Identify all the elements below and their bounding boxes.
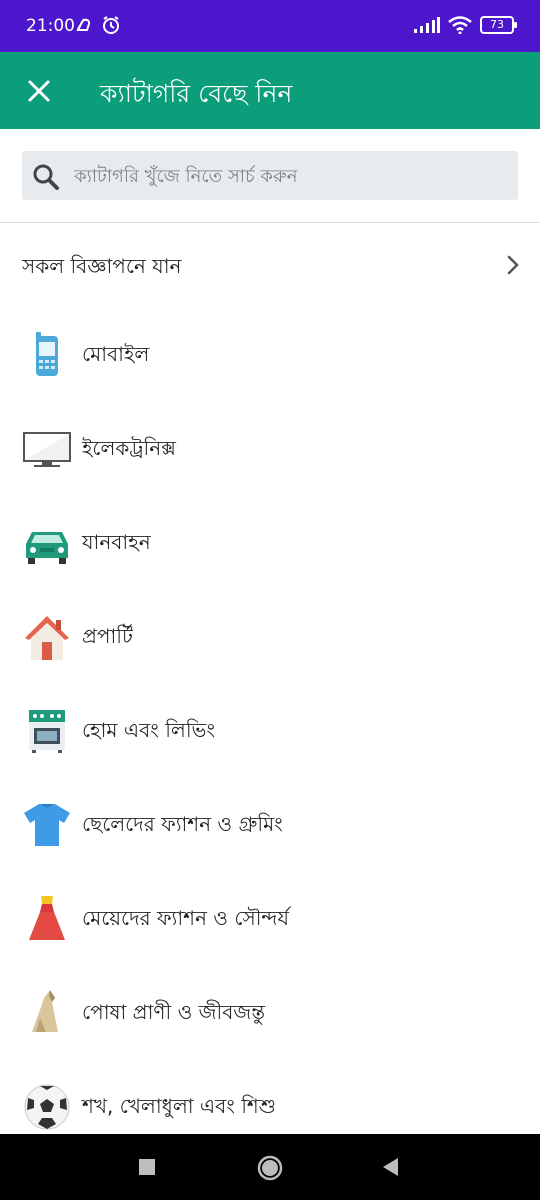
category-item-mobile[interactable]: মোবাইল bbox=[0, 312, 540, 406]
page-title: ক্যাটাগরি বেছে নিন bbox=[100, 79, 293, 108]
category-item-home-living[interactable]: হোম এবং লিভিং bbox=[0, 688, 540, 782]
category-item-property[interactable]: প্রপার্টি bbox=[0, 594, 540, 688]
all-ads-label: সকল বিজ্ঞাপনে যান bbox=[22, 254, 182, 278]
close-icon bbox=[28, 80, 50, 102]
category-label: ইলেকট্রনিক্স bbox=[82, 436, 176, 460]
signal-icon bbox=[414, 17, 440, 33]
status-system-icons: 73 bbox=[414, 16, 517, 34]
back-button[interactable] bbox=[380, 1156, 402, 1182]
house-icon bbox=[25, 616, 69, 660]
tv-monitor-icon bbox=[23, 432, 71, 467]
category-label: মোবাইল bbox=[82, 342, 150, 366]
category-label: মেয়েদের ফ্যাশন ও সৌন্দর্য bbox=[82, 906, 289, 930]
category-label: যানবাহন bbox=[82, 530, 151, 554]
stove-icon bbox=[29, 710, 65, 753]
car-icon bbox=[26, 532, 68, 564]
category-item-vehicles[interactable]: যানবাহন bbox=[0, 500, 540, 594]
status-bar: 21:00 73 bbox=[0, 0, 540, 52]
mobile-phone-icon bbox=[36, 332, 58, 376]
close-button[interactable] bbox=[18, 70, 60, 112]
category-list: মোবাইল ইলেকট্রনিক্স যানবাহন প্রপার্টি হো… bbox=[0, 312, 540, 1158]
category-label: প্রপার্টি bbox=[82, 624, 133, 648]
category-item-pets[interactable]: পোষা প্রাণী ও জীবজন্তু bbox=[0, 970, 540, 1064]
category-item-womens-fashion[interactable]: মেয়েদের ফ্যাশন ও সৌন্দর্য bbox=[0, 876, 540, 970]
search-box[interactable] bbox=[22, 151, 518, 202]
category-label: হোম এবং লিভিং bbox=[82, 718, 216, 742]
recents-button[interactable] bbox=[138, 1158, 156, 1180]
system-nav-bar bbox=[0, 1134, 540, 1200]
divider bbox=[0, 222, 540, 223]
category-label: ছেলেদের ফ্যাশন ও গ্রুমিং bbox=[82, 812, 283, 836]
status-time: 21:00 bbox=[26, 16, 75, 36]
category-item-electronics[interactable]: ইলেকট্রনিক্স bbox=[0, 406, 540, 500]
category-label: শখ, খেলাধুলা এবং শিশু bbox=[82, 1094, 276, 1118]
status-notification-icons bbox=[76, 14, 122, 40]
chevron-right-icon bbox=[507, 255, 519, 275]
dog-icon bbox=[32, 990, 58, 1032]
dress-icon bbox=[29, 896, 65, 940]
category-label: পোষা প্রাণী ও জীবজন্তু bbox=[82, 1000, 266, 1024]
back-triangle-icon bbox=[383, 1158, 398, 1176]
circle-icon bbox=[257, 1155, 283, 1181]
wifi-icon bbox=[448, 16, 472, 34]
app-bar: ক্যাটাগরি বেছে নিন bbox=[0, 52, 540, 129]
all-ads-link[interactable]: সকল বিজ্ঞাপনে যান bbox=[0, 238, 540, 294]
mute-alarm-icon bbox=[76, 16, 119, 34]
search-icon bbox=[33, 164, 59, 190]
tshirt-icon bbox=[24, 804, 70, 846]
category-item-mens-fashion[interactable]: ছেলেদের ফ্যাশন ও গ্রুমিং bbox=[0, 782, 540, 876]
home-button[interactable] bbox=[256, 1154, 284, 1186]
battery-indicator: 73 bbox=[480, 16, 517, 34]
search-input[interactable] bbox=[72, 151, 516, 202]
football-icon bbox=[24, 1084, 70, 1130]
square-icon bbox=[139, 1159, 155, 1175]
